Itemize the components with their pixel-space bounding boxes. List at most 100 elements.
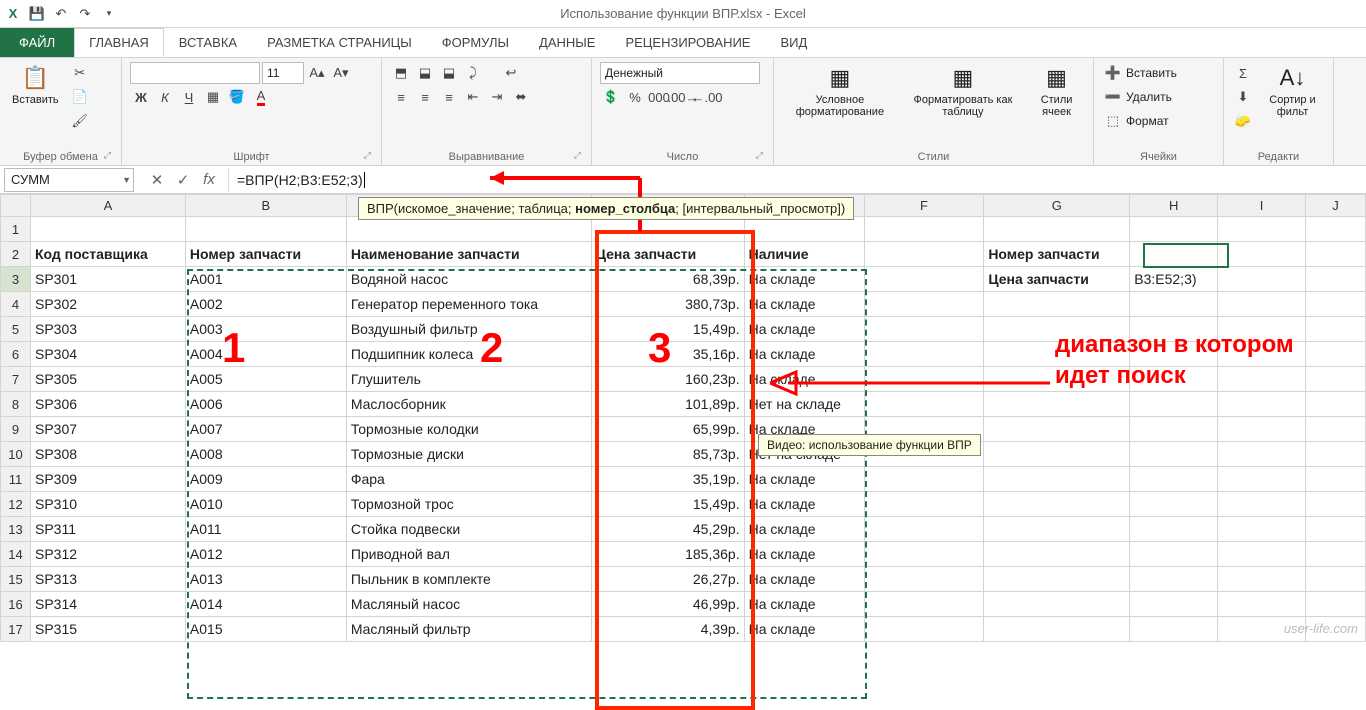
row-header[interactable]: 8 bbox=[1, 392, 31, 417]
cell-E7[interactable]: На складе bbox=[744, 367, 864, 392]
cell-A16[interactable]: SP314 bbox=[30, 592, 185, 617]
tab-review[interactable]: РЕЦЕНЗИРОВАНИЕ bbox=[610, 28, 765, 57]
merge-icon[interactable]: ⬌ bbox=[510, 86, 532, 108]
cell-H9[interactable] bbox=[1130, 417, 1218, 442]
cell-B16[interactable]: А014 bbox=[185, 592, 346, 617]
cell-D7[interactable]: 160,23р. bbox=[591, 367, 744, 392]
row-header[interactable]: 13 bbox=[1, 517, 31, 542]
cell-D3[interactable]: 68,39р. bbox=[591, 267, 744, 292]
cell-B10[interactable]: А008 bbox=[185, 442, 346, 467]
cell-E11[interactable]: На складе bbox=[744, 467, 864, 492]
paste-button[interactable]: 📋 Вставить bbox=[8, 62, 63, 108]
row-header[interactable]: 5 bbox=[1, 317, 31, 342]
cell-A12[interactable]: SP310 bbox=[30, 492, 185, 517]
column-header-F[interactable]: F bbox=[864, 195, 984, 217]
row-header[interactable]: 10 bbox=[1, 442, 31, 467]
cell-B13[interactable]: А011 bbox=[185, 517, 346, 542]
cell-J7[interactable] bbox=[1306, 367, 1366, 392]
cell-styles-button[interactable]: ▦ Стили ячеек bbox=[1028, 62, 1085, 120]
wrap-text-icon[interactable]: ↩ bbox=[500, 62, 522, 84]
cell-D10[interactable]: 85,73р. bbox=[591, 442, 744, 467]
number-format-combo[interactable]: Денежный bbox=[600, 62, 760, 84]
row-header[interactable]: 6 bbox=[1, 342, 31, 367]
cell-J16[interactable] bbox=[1306, 592, 1366, 617]
cell-E2[interactable]: Наличие bbox=[744, 242, 864, 267]
cell-F13[interactable] bbox=[864, 517, 984, 542]
cell-D9[interactable]: 65,99р. bbox=[591, 417, 744, 442]
cell-C6[interactable]: Подшипник колеса bbox=[346, 342, 591, 367]
cell-H3[interactable]: B3:E52;3) bbox=[1130, 267, 1218, 292]
cell-F6[interactable] bbox=[864, 342, 984, 367]
cell-H16[interactable] bbox=[1130, 592, 1218, 617]
cell-I9[interactable] bbox=[1218, 417, 1306, 442]
qat-customize-icon[interactable]: ▾ bbox=[100, 5, 118, 23]
cell-B1[interactable] bbox=[185, 217, 346, 242]
sort-filter-button[interactable]: A↓ Сортир и фильт bbox=[1260, 62, 1325, 120]
cancel-formula-icon[interactable]: ✕ bbox=[148, 171, 166, 189]
cell-I16[interactable] bbox=[1218, 592, 1306, 617]
row-header[interactable]: 2 bbox=[1, 242, 31, 267]
cell-G4[interactable] bbox=[984, 292, 1130, 317]
cell-J11[interactable] bbox=[1306, 467, 1366, 492]
row-header[interactable]: 1 bbox=[1, 217, 31, 242]
clear-icon[interactable]: 🧽 bbox=[1232, 110, 1254, 132]
cell-J4[interactable] bbox=[1306, 292, 1366, 317]
cell-E13[interactable]: На складе bbox=[744, 517, 864, 542]
tab-file[interactable]: ФАЙЛ bbox=[0, 28, 74, 57]
cell-H17[interactable] bbox=[1130, 617, 1218, 642]
cell-B5[interactable]: А003 bbox=[185, 317, 346, 342]
cell-A13[interactable]: SP311 bbox=[30, 517, 185, 542]
cell-I3[interactable] bbox=[1218, 267, 1306, 292]
formula-input[interactable]: =ВПР(H2;B3:E52;3) bbox=[228, 168, 1366, 192]
cut-icon[interactable]: ✂ bbox=[69, 62, 91, 84]
decrease-indent-icon[interactable]: ⇤ bbox=[462, 86, 484, 108]
cell-E1[interactable] bbox=[744, 217, 864, 242]
cell-G13[interactable] bbox=[984, 517, 1130, 542]
name-box[interactable]: СУММ▼ bbox=[4, 168, 134, 192]
cell-I6[interactable] bbox=[1218, 342, 1306, 367]
cell-D14[interactable]: 185,36р. bbox=[591, 542, 744, 567]
cell-D13[interactable]: 45,29р. bbox=[591, 517, 744, 542]
percent-icon[interactable]: % bbox=[624, 86, 646, 108]
cell-B15[interactable]: А013 bbox=[185, 567, 346, 592]
cell-C16[interactable]: Масляный насос bbox=[346, 592, 591, 617]
cell-B9[interactable]: А007 bbox=[185, 417, 346, 442]
row-header[interactable]: 16 bbox=[1, 592, 31, 617]
cell-D2[interactable]: Цена запчасти bbox=[591, 242, 744, 267]
row-header[interactable]: 11 bbox=[1, 467, 31, 492]
cell-I2[interactable] bbox=[1218, 242, 1306, 267]
cell-A8[interactable]: SP306 bbox=[30, 392, 185, 417]
cell-E4[interactable]: На складе bbox=[744, 292, 864, 317]
cell-B4[interactable]: А002 bbox=[185, 292, 346, 317]
cell-B2[interactable]: Номер запчасти bbox=[185, 242, 346, 267]
cell-I8[interactable] bbox=[1218, 392, 1306, 417]
enter-formula-icon[interactable]: ✓ bbox=[174, 171, 192, 189]
cell-B8[interactable]: А006 bbox=[185, 392, 346, 417]
cell-G15[interactable] bbox=[984, 567, 1130, 592]
cell-F2[interactable] bbox=[864, 242, 984, 267]
cell-F14[interactable] bbox=[864, 542, 984, 567]
tab-home[interactable]: ГЛАВНАЯ bbox=[74, 28, 164, 57]
cell-D8[interactable]: 101,89р. bbox=[591, 392, 744, 417]
cell-G5[interactable] bbox=[984, 317, 1130, 342]
cell-J9[interactable] bbox=[1306, 417, 1366, 442]
column-header-B[interactable]: B bbox=[185, 195, 346, 217]
cell-D12[interactable]: 15,49р. bbox=[591, 492, 744, 517]
format-as-table-button[interactable]: ▦ Форматировать как таблицу bbox=[904, 62, 1022, 120]
worksheet-grid[interactable]: ВПР(искомое_значение; таблица; номер_сто… bbox=[0, 194, 1366, 642]
cell-J13[interactable] bbox=[1306, 517, 1366, 542]
bold-button[interactable]: Ж bbox=[130, 86, 152, 108]
cell-F15[interactable] bbox=[864, 567, 984, 592]
row-header[interactable]: 4 bbox=[1, 292, 31, 317]
tab-insert[interactable]: ВСТАВКА bbox=[164, 28, 252, 57]
save-icon[interactable]: 💾 bbox=[28, 5, 46, 23]
cell-D6[interactable]: 35,16р. bbox=[591, 342, 744, 367]
cell-C17[interactable]: Масляный фильтр bbox=[346, 617, 591, 642]
font-family-combo[interactable] bbox=[130, 62, 260, 84]
cell-B7[interactable]: А005 bbox=[185, 367, 346, 392]
cell-H13[interactable] bbox=[1130, 517, 1218, 542]
cell-I7[interactable] bbox=[1218, 367, 1306, 392]
cell-J14[interactable] bbox=[1306, 542, 1366, 567]
cell-H10[interactable] bbox=[1130, 442, 1218, 467]
cell-I12[interactable] bbox=[1218, 492, 1306, 517]
